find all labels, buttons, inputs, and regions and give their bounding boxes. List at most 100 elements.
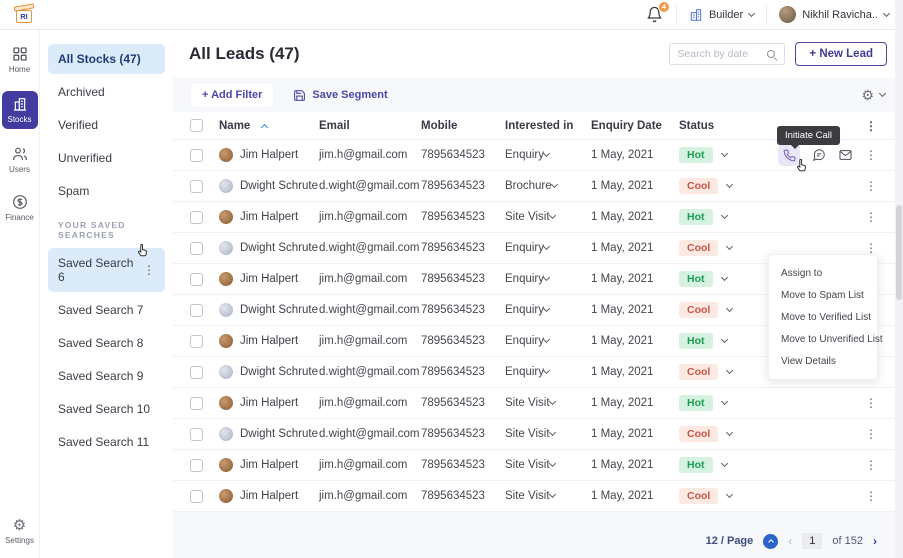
row-kebab-icon[interactable]: ⋮ bbox=[865, 429, 877, 439]
sidebar-item-saved-search-7[interactable]: Saved Search 7 bbox=[48, 295, 165, 325]
row-checkbox[interactable] bbox=[190, 149, 203, 162]
chevron-down-icon[interactable] bbox=[879, 90, 886, 97]
rail-item-users[interactable]: Users bbox=[2, 143, 38, 177]
app-logo[interactable]: RI bbox=[14, 6, 36, 25]
row-kebab-icon[interactable]: ⋮ bbox=[865, 398, 877, 408]
status-badge[interactable]: Hot bbox=[679, 457, 713, 473]
chevron-down-icon[interactable] bbox=[720, 460, 727, 467]
status-badge[interactable]: Hot bbox=[679, 147, 713, 163]
row-checkbox[interactable] bbox=[190, 211, 203, 224]
chevron-down-icon[interactable] bbox=[720, 398, 727, 405]
add-filter-button[interactable]: + Add Filter bbox=[191, 84, 273, 106]
builder-dropdown[interactable]: Builder bbox=[689, 8, 754, 22]
row-checkbox[interactable] bbox=[190, 397, 203, 410]
row-checkbox[interactable] bbox=[190, 490, 203, 503]
chevron-down-icon[interactable] bbox=[720, 274, 727, 281]
sidebar-item-saved-search-9[interactable]: Saved Search 9 bbox=[48, 361, 165, 391]
rail-item-settings[interactable]: ⚙ Settings bbox=[2, 516, 38, 548]
sidebar-item-saved-search-11[interactable]: Saved Search 11 bbox=[48, 427, 165, 457]
interested-in-dropdown[interactable]: Enquiry bbox=[505, 242, 591, 254]
current-page-box[interactable]: 1 bbox=[802, 533, 822, 549]
column-header-name[interactable]: Name bbox=[219, 120, 319, 132]
next-page-button[interactable]: › bbox=[873, 534, 877, 548]
rail-item-home[interactable]: Home bbox=[2, 43, 38, 77]
sidebar-item-unverified[interactable]: Unverified bbox=[48, 143, 165, 173]
interested-in-dropdown[interactable]: Brochure bbox=[505, 180, 591, 192]
menu-item-assign-to[interactable]: Assign to bbox=[769, 262, 877, 284]
sidebar-item-saved-search-10[interactable]: Saved Search 10 bbox=[48, 394, 165, 424]
status-badge[interactable]: Cool bbox=[679, 178, 718, 194]
interested-in-dropdown[interactable]: Enquiry bbox=[505, 335, 591, 347]
kebab-icon[interactable]: ⋮ bbox=[143, 265, 155, 275]
interested-in-dropdown[interactable]: Enquiry bbox=[505, 149, 591, 161]
chevron-down-icon[interactable] bbox=[726, 305, 733, 312]
row-checkbox[interactable] bbox=[190, 273, 203, 286]
chevron-down-icon[interactable] bbox=[726, 243, 733, 250]
row-kebab-icon[interactable]: ⋮ bbox=[865, 212, 877, 222]
row-checkbox[interactable] bbox=[190, 335, 203, 348]
previous-page-button[interactable]: ‹ bbox=[788, 534, 792, 548]
column-header-status[interactable]: Status bbox=[679, 120, 769, 132]
save-segment-button[interactable]: Save Segment bbox=[293, 89, 387, 102]
status-badge[interactable]: Cool bbox=[679, 364, 718, 380]
row-checkbox[interactable] bbox=[190, 242, 203, 255]
search-icon[interactable] bbox=[766, 49, 777, 60]
interested-in-dropdown[interactable]: Site Visit bbox=[505, 459, 591, 471]
chevron-down-icon[interactable] bbox=[720, 150, 727, 157]
sidebar-item-verified[interactable]: Verified bbox=[48, 110, 165, 140]
interested-in-dropdown[interactable]: Site Visit bbox=[505, 428, 591, 440]
user-menu[interactable]: Nikhil Ravicha.. bbox=[779, 6, 889, 23]
sidebar-item-all-stocks[interactable]: All Stocks (47) bbox=[48, 44, 165, 74]
column-header-mobile[interactable]: Mobile bbox=[421, 120, 505, 132]
column-header-enquiry-date[interactable]: Enquiry Date bbox=[591, 120, 679, 132]
status-badge[interactable]: Cool bbox=[679, 240, 718, 256]
status-badge[interactable]: Cool bbox=[679, 426, 718, 442]
chevron-down-icon[interactable] bbox=[720, 336, 727, 343]
new-lead-button[interactable]: + New Lead bbox=[795, 42, 887, 66]
column-header-interested-in[interactable]: Interested in bbox=[505, 120, 591, 132]
table-options-kebab-icon[interactable]: ⋮ bbox=[865, 121, 877, 131]
sidebar-item-archived[interactable]: Archived bbox=[48, 77, 165, 107]
scrollbar[interactable] bbox=[895, 0, 903, 558]
row-checkbox[interactable] bbox=[190, 459, 203, 472]
row-checkbox[interactable] bbox=[190, 428, 203, 441]
interested-in-dropdown[interactable]: Site Visit bbox=[505, 490, 591, 502]
row-checkbox[interactable] bbox=[190, 180, 203, 193]
rail-item-finance[interactable]: Finance bbox=[2, 191, 38, 225]
page-size-dropdown[interactable] bbox=[763, 534, 778, 549]
sidebar-item-spam[interactable]: Spam bbox=[48, 176, 165, 206]
status-badge[interactable]: Cool bbox=[679, 302, 718, 318]
interested-in-dropdown[interactable]: Enquiry bbox=[505, 273, 591, 285]
row-kebab-icon[interactable]: ⋮ bbox=[865, 181, 877, 191]
status-badge[interactable]: Hot bbox=[679, 271, 713, 287]
sidebar-item-saved-search-8[interactable]: Saved Search 8 bbox=[48, 328, 165, 358]
interested-in-dropdown[interactable]: Enquiry bbox=[505, 366, 591, 378]
chevron-down-icon[interactable] bbox=[726, 491, 733, 498]
email-button[interactable] bbox=[838, 148, 853, 162]
menu-item-move-to-spam[interactable]: Move to Spam List bbox=[769, 284, 877, 306]
menu-item-move-to-verified[interactable]: Move to Verified List bbox=[769, 306, 877, 328]
interested-in-dropdown[interactable]: Enquiry bbox=[505, 304, 591, 316]
chevron-down-icon[interactable] bbox=[720, 212, 727, 219]
table-settings-gear-icon[interactable]: ⚙ bbox=[861, 88, 874, 102]
interested-in-dropdown[interactable]: Site Visit bbox=[505, 397, 591, 409]
select-all-checkbox[interactable] bbox=[190, 119, 203, 132]
menu-item-move-to-unverified[interactable]: Move to Unverified List bbox=[769, 328, 877, 350]
chat-button[interactable] bbox=[812, 148, 826, 162]
rail-item-stocks[interactable]: Stocks bbox=[2, 91, 38, 129]
status-badge[interactable]: Cool bbox=[679, 488, 718, 504]
row-kebab-icon[interactable]: ⋮ bbox=[865, 243, 877, 253]
status-badge[interactable]: Hot bbox=[679, 333, 713, 349]
row-kebab-icon[interactable]: ⋮ bbox=[865, 150, 877, 160]
chevron-down-icon[interactable] bbox=[726, 429, 733, 436]
chevron-down-icon[interactable] bbox=[726, 367, 733, 374]
search-input[interactable] bbox=[677, 48, 762, 60]
row-checkbox[interactable] bbox=[190, 366, 203, 379]
status-badge[interactable]: Hot bbox=[679, 395, 713, 411]
row-kebab-icon[interactable]: ⋮ bbox=[865, 491, 877, 501]
chevron-down-icon[interactable] bbox=[726, 181, 733, 188]
interested-in-dropdown[interactable]: Site Visit bbox=[505, 211, 591, 223]
row-checkbox[interactable] bbox=[190, 304, 203, 317]
row-kebab-icon[interactable]: ⋮ bbox=[865, 460, 877, 470]
column-header-email[interactable]: Email bbox=[319, 120, 421, 132]
